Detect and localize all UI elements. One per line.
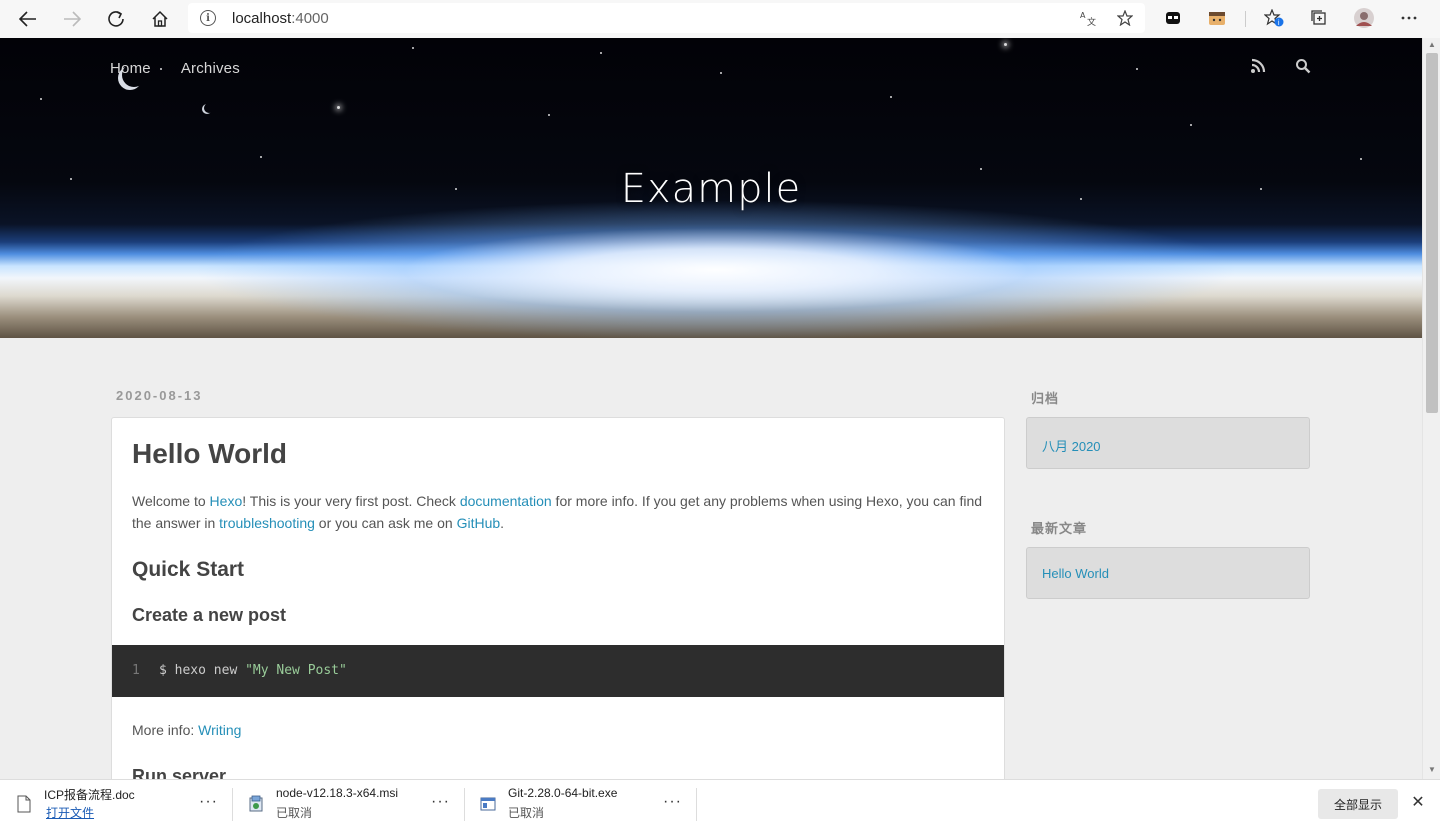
more-menu-icon[interactable] [1398, 7, 1420, 29]
extension-mask-icon[interactable] [1162, 7, 1184, 29]
refresh-icon[interactable] [101, 5, 131, 33]
show-all-downloads-button[interactable]: 全部显示 [1318, 789, 1398, 819]
sidebar-archive-box: 八月 2020 [1026, 417, 1310, 469]
download-divider [696, 788, 697, 821]
site-info-icon[interactable]: i [200, 10, 216, 26]
rss-icon[interactable] [1250, 58, 1266, 74]
open-file-link[interactable]: 打开文件 [46, 804, 94, 821]
page-viewport: Home Archives Example 2020-08-13 Hello W… [0, 38, 1422, 779]
download-more-button[interactable]: ··· [199, 793, 218, 811]
profile-avatar-icon[interactable] [1353, 7, 1375, 29]
sidebar-recent-title: 最新文章 [1031, 521, 1088, 536]
svg-text:i: i [1278, 19, 1280, 27]
translate-icon[interactable]: A文 [1078, 8, 1098, 28]
code-block: 1 $ hexo new "My New Post" [112, 645, 1004, 697]
home-icon[interactable] [145, 5, 175, 33]
favorite-star-icon[interactable] [1115, 8, 1135, 28]
document-file-icon [17, 795, 31, 813]
extension-face-icon[interactable] [1206, 7, 1228, 29]
post-article: Hello World Welcome to Hexo! This is you… [111, 417, 1005, 779]
download-more-button[interactable]: ··· [431, 793, 450, 811]
download-filename: ICP报备流程.doc [44, 788, 135, 802]
header-banner: Home Archives Example [0, 38, 1422, 338]
download-item[interactable]: ICP报备流程.doc 打开文件 ··· [0, 780, 230, 829]
scroll-down-arrow-icon[interactable]: ▼ [1427, 765, 1437, 775]
heading-create-post: Create a new post [132, 605, 287, 625]
sidebar-archive-title: 归档 [1031, 391, 1060, 406]
heading-run-server: Run server [132, 766, 227, 779]
nav-archives-link[interactable]: Archives [181, 60, 240, 77]
installer-file-icon [249, 795, 263, 812]
favorites-icon[interactable]: i [1263, 7, 1285, 29]
scrollbar-thumb[interactable] [1426, 53, 1438, 413]
back-icon[interactable] [13, 5, 43, 33]
svg-text:文: 文 [1087, 16, 1096, 27]
github-link[interactable]: GitHub [457, 515, 501, 531]
hexo-link[interactable]: Hexo [210, 493, 243, 509]
download-more-button[interactable]: ··· [663, 793, 682, 811]
address-bar[interactable]: i localhost:4000 A文 [188, 3, 1145, 33]
download-status: 已取消 [508, 806, 545, 820]
url-text[interactable]: localhost:4000 [232, 10, 329, 27]
download-item[interactable]: Git-2.28.0-64-bit.exe 已取消 ··· [465, 780, 695, 829]
site-title[interactable]: Example [0, 166, 1422, 212]
close-download-bar-icon[interactable]: ✕ [1408, 792, 1428, 812]
main-nav: Home Archives [110, 60, 240, 77]
collections-icon[interactable] [1308, 7, 1330, 29]
post-title[interactable]: Hello World [132, 438, 287, 470]
toolbar-divider [1245, 11, 1246, 27]
heading-quick-start: Quick Start [132, 558, 245, 581]
more-info: More info: Writing [132, 722, 242, 738]
post-intro: Welcome to Hexo! This is your very first… [132, 493, 983, 531]
code-line: $ hexo new "My New Post" [159, 663, 347, 678]
download-item[interactable]: node-v12.18.3-x64.msi 已取消 ··· [233, 780, 463, 829]
archive-month-link[interactable]: 八月 2020 [1042, 436, 1101, 455]
recent-post-link[interactable]: Hello World [1042, 566, 1109, 581]
writing-link[interactable]: Writing [198, 722, 241, 738]
troubleshooting-link[interactable]: troubleshooting [219, 515, 315, 531]
download-filename: Git-2.28.0-64-bit.exe [508, 786, 618, 800]
code-line-number: 1 [132, 663, 140, 678]
browser-toolbar: i localhost:4000 A文 i [0, 0, 1440, 38]
scroll-up-arrow-icon[interactable]: ▲ [1427, 40, 1437, 50]
svg-text:A: A [1080, 11, 1086, 20]
exe-file-icon [480, 797, 496, 811]
forward-icon[interactable] [57, 5, 87, 33]
page-scrollbar[interactable]: ▲ ▼ [1422, 38, 1440, 779]
download-bar: ICP报备流程.doc 打开文件 ··· node-v12.18.3-x64.m… [0, 779, 1440, 828]
post-date[interactable]: 2020-08-13 [116, 388, 203, 403]
download-status: 已取消 [276, 806, 313, 820]
nav-home-link[interactable]: Home [110, 60, 151, 77]
sidebar-recent-box: Hello World [1026, 547, 1310, 599]
download-filename: node-v12.18.3-x64.msi [276, 786, 399, 800]
search-icon[interactable] [1295, 58, 1311, 74]
documentation-link[interactable]: documentation [460, 493, 552, 509]
